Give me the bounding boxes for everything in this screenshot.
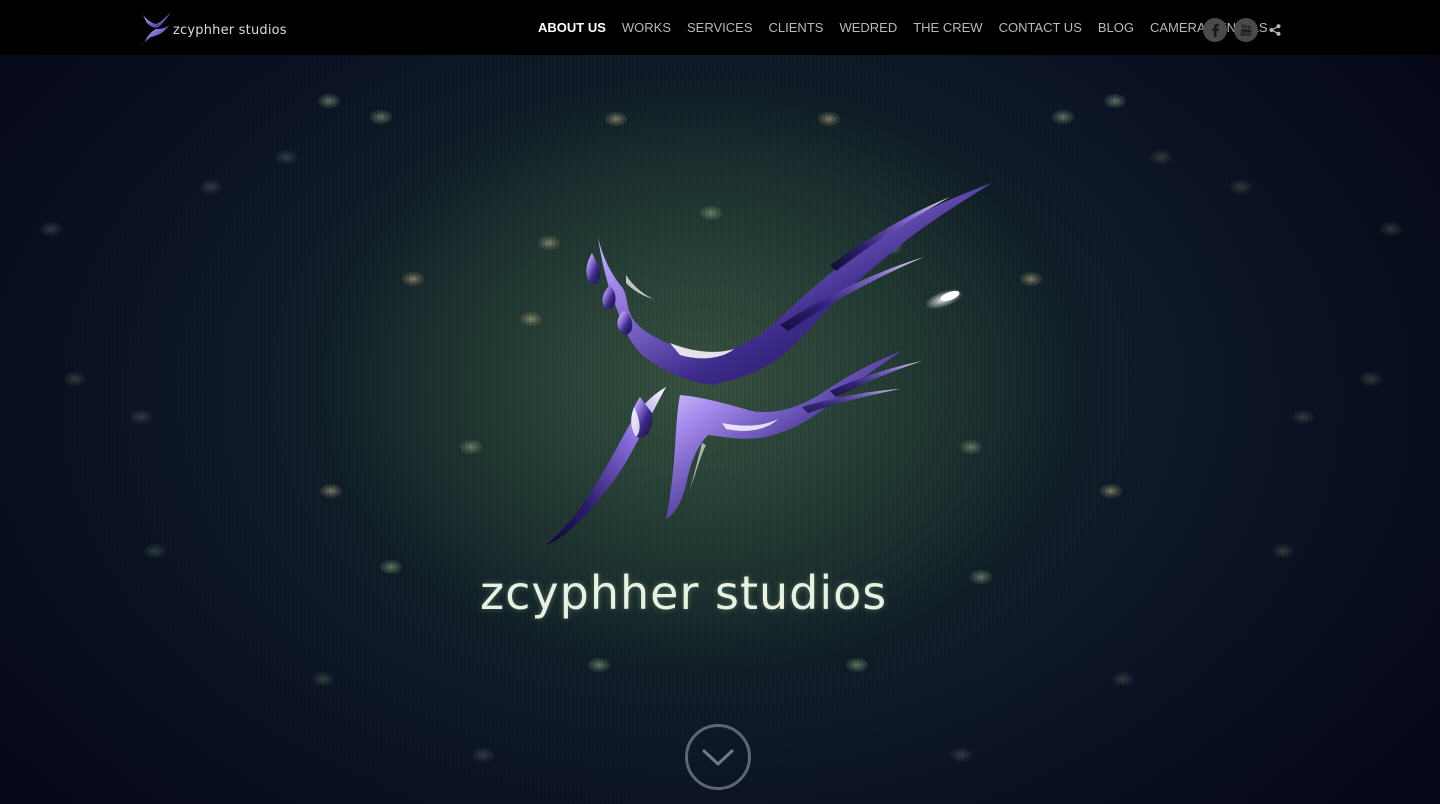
facebook-button[interactable]: [1203, 18, 1227, 42]
facebook-icon: [1212, 23, 1219, 37]
bokeh-light: [1380, 222, 1402, 236]
chevron-down-icon: [702, 749, 734, 766]
bokeh-light: [40, 222, 62, 236]
bokeh-light: [970, 570, 992, 584]
svg-text:Tube: Tube: [1240, 30, 1252, 36]
splash-logo-icon: [139, 12, 171, 47]
bokeh-light: [64, 372, 86, 386]
youtube-icon: You Tube: [1240, 24, 1252, 36]
bokeh-light: [1272, 544, 1294, 558]
nav-item-works[interactable]: WORKS: [622, 20, 671, 35]
bokeh-light: [402, 272, 424, 286]
nav-item-services[interactable]: SERVICES: [687, 20, 753, 35]
bokeh-light: [200, 180, 222, 194]
nav-item-about-us[interactable]: ABOUT US: [538, 20, 606, 35]
bokeh-light: [1112, 672, 1134, 686]
bokeh-light: [460, 440, 482, 454]
bokeh-light: [588, 658, 610, 672]
bokeh-light: [380, 560, 402, 574]
social-links: You Tube: [1203, 18, 1283, 42]
nav-item-clients[interactable]: CLIENTS: [769, 20, 824, 35]
bokeh-light: [846, 658, 868, 672]
page: zcyphher studios ABOUT US WORKS SERVICES…: [0, 0, 1440, 804]
bokeh-light: [1100, 484, 1122, 498]
brand-name: zcyphher studios: [173, 22, 287, 38]
svg-text:You: You: [1240, 24, 1252, 30]
nav-item-blog[interactable]: BLOG: [1098, 20, 1134, 35]
bokeh-light: [1360, 372, 1382, 386]
bokeh-light: [318, 94, 340, 108]
scroll-down-button[interactable]: [685, 724, 751, 790]
brand-logo[interactable]: zcyphher studios: [137, 6, 287, 50]
bokeh-light: [275, 150, 297, 164]
bokeh-light: [370, 110, 392, 124]
bokeh-light: [1020, 272, 1042, 286]
nav-item-contact-us[interactable]: CONTACT US: [999, 20, 1082, 35]
youtube-button[interactable]: You Tube: [1234, 18, 1258, 42]
bokeh-light: [472, 748, 494, 762]
top-navbar: zcyphher studios ABOUT US WORKS SERVICES…: [0, 0, 1440, 55]
bokeh-light: [1292, 410, 1314, 424]
nav-item-the-crew[interactable]: THE CREW: [913, 20, 982, 35]
main-nav: ABOUT US WORKS SERVICES CLIENTS WEDRED T…: [538, 0, 1268, 55]
bokeh-light: [605, 112, 627, 126]
bokeh-light: [1150, 150, 1172, 164]
share-button[interactable]: [1267, 18, 1283, 42]
hero-title: zcyphher studios: [480, 566, 888, 620]
nav-item-wedred[interactable]: WEDRED: [839, 20, 897, 35]
bokeh-light: [144, 544, 166, 558]
bokeh-light: [1104, 94, 1126, 108]
bokeh-light: [950, 748, 972, 762]
bokeh-light: [130, 410, 152, 424]
bokeh-light: [818, 112, 840, 126]
bokeh-light: [312, 672, 334, 686]
hero-splash-logo: [546, 183, 992, 545]
bokeh-light: [320, 484, 342, 498]
bokeh-light: [1230, 180, 1252, 194]
share-icon: [1269, 24, 1281, 36]
bokeh-light: [1052, 110, 1074, 124]
